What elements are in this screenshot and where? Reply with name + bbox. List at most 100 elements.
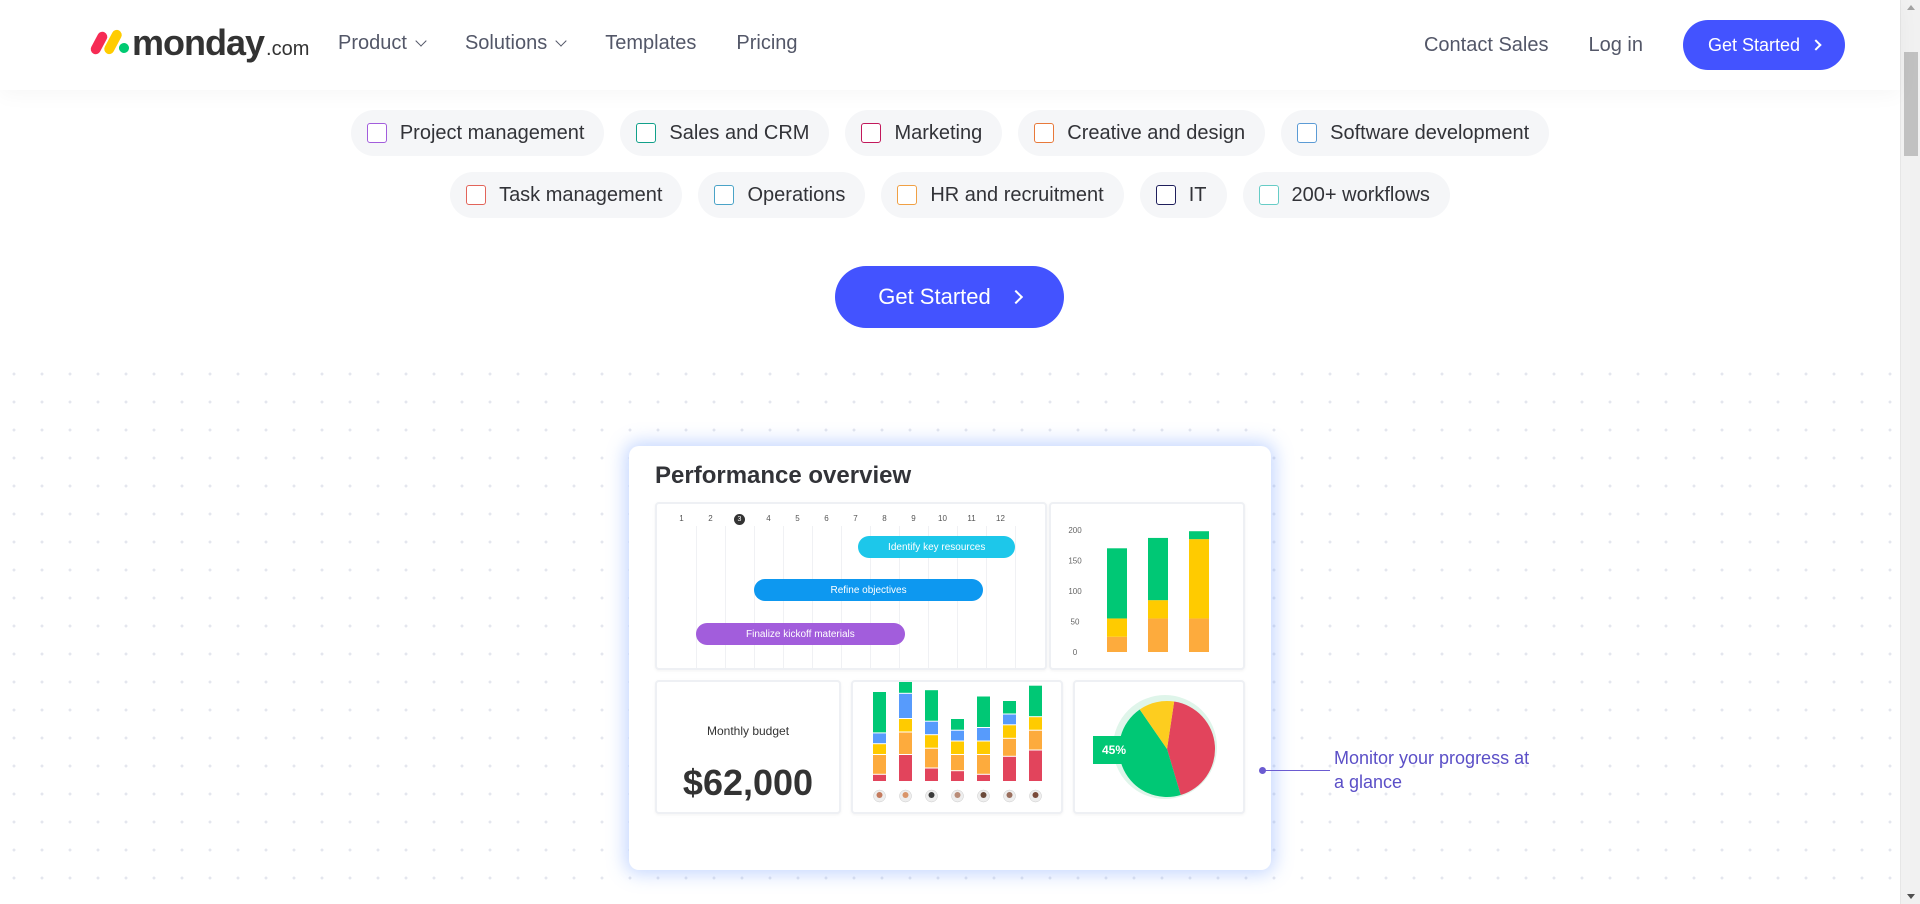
main-get-started-button[interactable]: Get Started <box>835 266 1064 328</box>
bar-segment-green <box>1029 685 1042 717</box>
chip-sales-crm[interactable]: Sales and CRM <box>620 110 830 156</box>
page: monday .com Product Solutions Templates … <box>0 0 1920 904</box>
bar-segment-green <box>1189 531 1209 540</box>
top-navigation: monday .com Product Solutions Templates … <box>0 0 1900 90</box>
chip-label: Project management <box>399 121 585 144</box>
bar-segment-orange <box>951 755 964 771</box>
checkbox-icon[interactable] <box>1258 185 1279 205</box>
bar-segment-yellow <box>977 741 990 754</box>
gantt-gridline <box>696 526 697 668</box>
gantt-task-bar: Finalize kickoff materials <box>696 623 905 645</box>
current-period-marker: 3 <box>734 514 745 525</box>
nav-templates-label: Templates <box>605 32 697 54</box>
header-get-started-label: Get Started <box>1707 34 1801 55</box>
bar-segment-red <box>899 755 912 781</box>
chip-project-management[interactable]: Project management <box>350 110 605 156</box>
bar-segment-yellow <box>1148 600 1168 619</box>
bar-segment-green <box>1003 701 1016 714</box>
gantt-gridline <box>725 526 726 668</box>
scroll-down-arrow-icon[interactable] <box>1907 894 1915 899</box>
stacked-bar-panel: 0 50 100 150 200 <box>1049 502 1245 670</box>
main-get-started-label: Get Started <box>878 284 991 309</box>
login-link[interactable]: Log in <box>1589 34 1644 57</box>
bar-segment-red <box>977 774 990 781</box>
vertical-scrollbar[interactable] <box>1900 0 1920 904</box>
y-tick-label: 0 <box>1073 648 1078 657</box>
avatar-face <box>1032 792 1039 798</box>
gantt-gridline <box>1015 526 1016 668</box>
pie-panel: 45% <box>1073 680 1245 814</box>
logo-text: monday <box>132 22 265 63</box>
budget-panel: Monthly budget $62,000 <box>655 680 841 814</box>
chip-it[interactable]: IT <box>1139 172 1227 218</box>
avatar-face <box>902 792 909 798</box>
gantt-column-label: 2 <box>708 514 713 523</box>
bar-segment-orange <box>1029 730 1042 750</box>
bar-segment-yellow <box>925 735 938 748</box>
bar-segment-red <box>951 771 964 781</box>
header-get-started-button[interactable]: Get Started <box>1683 20 1845 70</box>
bar-segment-green <box>1148 537 1168 601</box>
scrollbar-thumb[interactable] <box>1904 52 1918 156</box>
y-tick-label: 50 <box>1071 618 1080 627</box>
logo-suffix: .com <box>266 38 310 60</box>
nav-pricing-label: Pricing <box>736 32 798 54</box>
bar-segment-blue <box>873 733 886 744</box>
bar-segment-red <box>1029 750 1042 781</box>
chip-200-workflows[interactable]: 200+ workflows <box>1242 172 1450 218</box>
bar-segment-orange <box>1107 636 1127 652</box>
gantt-column-label: 5 <box>795 514 800 523</box>
scroll-up-arrow-icon[interactable] <box>1907 5 1915 10</box>
bar-segment-orange <box>977 755 990 774</box>
y-tick-label: 100 <box>1068 587 1082 596</box>
chip-label: Sales and CRM <box>669 121 810 144</box>
workflow-chips-row-2: Task management Operations HR and recrui… <box>0 172 1900 218</box>
dashboard-title: Performance overview <box>655 462 912 489</box>
bar-segment-yellow <box>1189 539 1209 619</box>
chip-software-development[interactable]: Software development <box>1281 110 1550 156</box>
progress-pie-chart: 45% <box>1093 695 1217 799</box>
gantt-column-label: 11 <box>967 514 976 523</box>
checkbox-icon[interactable] <box>897 185 918 205</box>
bar-segment-blue <box>925 721 938 735</box>
nav-solutions[interactable]: Solutions <box>464 32 567 55</box>
chip-creative-design[interactable]: Creative and design <box>1018 110 1266 156</box>
contact-sales-link[interactable]: Contact Sales <box>1424 34 1549 57</box>
bar-segment-red <box>925 768 938 781</box>
chip-operations[interactable]: Operations <box>698 172 866 218</box>
chip-marketing[interactable]: Marketing <box>845 110 1003 156</box>
nav-templates[interactable]: Templates <box>605 32 696 55</box>
checkbox-icon[interactable] <box>714 185 735 205</box>
chip-label: Marketing <box>894 121 983 144</box>
checkbox-icon[interactable] <box>861 123 882 143</box>
nav-product[interactable]: Product <box>338 32 427 55</box>
checkbox-icon[interactable] <box>636 123 657 143</box>
bar-segment-green <box>899 660 912 693</box>
nav-product-label: Product <box>338 32 407 54</box>
callout-line <box>1262 770 1330 771</box>
nav-solutions-label: Solutions <box>464 32 548 54</box>
gantt-task-bar: Refine objectives <box>754 579 984 601</box>
team-workload-panel <box>851 660 1063 814</box>
y-tick-label: 150 <box>1068 557 1082 566</box>
checkbox-icon[interactable] <box>1297 123 1318 143</box>
nav-pricing[interactable]: Pricing <box>736 32 797 55</box>
bar-segment-blue <box>977 728 990 741</box>
checkbox-icon[interactable] <box>466 185 487 205</box>
checkbox-icon[interactable] <box>1034 123 1055 143</box>
bar-segment-green <box>951 719 964 730</box>
bar-segment-red <box>1003 756 1016 781</box>
bar-segment-green <box>925 690 938 721</box>
chip-hr-recruitment[interactable]: HR and recruitment <box>881 172 1124 218</box>
bar-segment-green <box>1107 548 1127 619</box>
gantt-column-label: 12 <box>996 514 1005 523</box>
gantt-column-label: 10 <box>938 514 947 523</box>
checkbox-icon[interactable] <box>1155 185 1176 205</box>
pie-percentage-label: 45% <box>1102 743 1126 757</box>
bar-segment-yellow <box>1003 725 1016 738</box>
chip-task-management[interactable]: Task management <box>450 172 683 218</box>
chevron-right-icon <box>1810 39 1822 51</box>
gantt-column-label: 8 <box>882 514 887 523</box>
monday-logo[interactable]: monday .com <box>88 22 310 64</box>
checkbox-icon[interactable] <box>366 123 387 143</box>
